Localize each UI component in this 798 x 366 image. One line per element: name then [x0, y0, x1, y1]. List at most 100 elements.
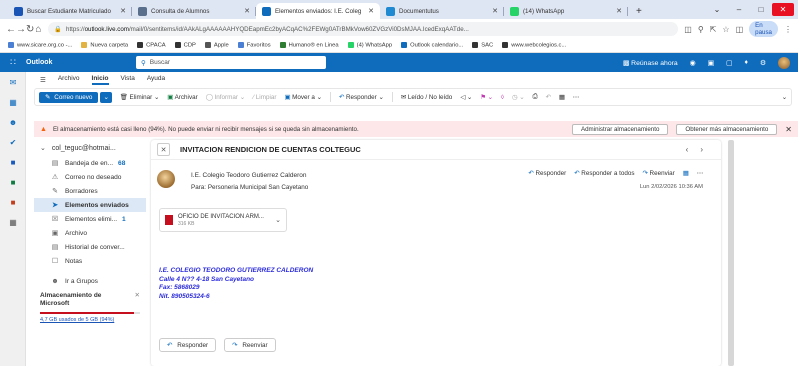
archive-button[interactable]: ▣ Archivar	[167, 94, 197, 101]
view-icon[interactable]: ▦	[559, 94, 565, 101]
sender-name[interactable]: I.E. Colegio Teodoro Gutierrez Calderon	[191, 172, 307, 179]
forward-bottom-button[interactable]: ↷ Reenviar	[224, 338, 276, 352]
reload-button[interactable]: ↻	[26, 24, 34, 35]
reply-button[interactable]: ↶ Responder ⌄	[339, 94, 384, 101]
bookmark-item[interactable]: Favoritos	[237, 42, 271, 49]
bell-icon[interactable]: ♦	[744, 59, 747, 66]
people-icon[interactable]: ☻	[0, 112, 26, 132]
todo-icon[interactable]: ✔	[0, 132, 26, 152]
print-icon[interactable]: ⎙	[533, 93, 538, 101]
new-mail-button[interactable]: ✎ Correo nuevo	[39, 91, 99, 103]
bookmark-item[interactable]: Outlook calendario...	[401, 42, 463, 49]
delete-button[interactable]: 🗑 Eliminar ⌄	[120, 93, 160, 101]
snooze-icon[interactable]: ◷ ⌄	[512, 94, 525, 101]
minimize-button[interactable]: –	[728, 5, 750, 14]
storage-usage-link[interactable]: 4,7 GB usados de 5 GB (94%)	[34, 317, 146, 323]
bookmark-star-icon[interactable]: ☆	[722, 25, 729, 34]
previous-message-icon[interactable]: ‹	[686, 145, 689, 154]
folder-item[interactable]: ▤ Historial de conver...	[34, 240, 146, 254]
browser-tab[interactable]: Buscar Estudiante Matriculado ✕	[8, 3, 132, 19]
tag-icon[interactable]: ◁ ⌄	[460, 94, 472, 101]
move-to-button[interactable]: ▣ Mover a ⌄	[284, 94, 321, 101]
teams-icon[interactable]: ◉	[690, 59, 696, 67]
back-button[interactable]: ←	[6, 24, 16, 35]
reply-bottom-button[interactable]: ↶ Responder	[159, 338, 217, 352]
close-storage-icon[interactable]: ✕	[135, 292, 140, 308]
close-message-button[interactable]: ✕	[157, 143, 170, 156]
onenote-icon[interactable]: ▣	[708, 59, 714, 67]
user-avatar[interactable]	[778, 56, 790, 69]
powerpoint-icon[interactable]: ■	[0, 192, 26, 212]
search-input[interactable]: ⚲ Buscar	[136, 56, 326, 69]
translate-icon[interactable]: ◫	[684, 25, 692, 34]
read-unread-button[interactable]: ✉ Leído / No leído	[401, 94, 453, 101]
bookmark-item[interactable]: www.webcolegios.c...	[502, 42, 566, 49]
new-tab-button[interactable]: +	[628, 6, 650, 19]
bookmark-item[interactable]: Nueva carpeta	[81, 42, 128, 49]
sidepanel-icon[interactable]: ◫	[736, 25, 744, 34]
ribbon-tab[interactable]: Archivo	[58, 75, 80, 85]
header-reply-button[interactable]: ↶ Responder	[528, 170, 566, 177]
close-warning-icon[interactable]: ✕	[785, 125, 792, 134]
close-tab-icon[interactable]: ✕	[116, 7, 126, 15]
calendar-icon[interactable]: ▦	[0, 92, 26, 112]
sender-avatar[interactable]	[157, 170, 175, 188]
apps-icon[interactable]: ▦	[0, 212, 26, 232]
ribbon-tab[interactable]: Vista	[121, 75, 135, 85]
meet-now-button[interactable]: ▩ Reúnase ahora	[623, 59, 678, 67]
new-mail-dropdown[interactable]: ⌄	[100, 91, 112, 103]
report-button[interactable]: ◯ Informar ⌄	[206, 94, 245, 101]
account-header[interactable]: ⌄ col_teguc@hotmai...	[34, 140, 146, 156]
recipient-name[interactable]: Personeria Municipal San Cayetano	[208, 184, 308, 191]
excel-icon[interactable]: ■	[0, 172, 26, 192]
app-launcher-icon[interactable]: ∷	[0, 57, 26, 68]
zoom-icon[interactable]: ⚲	[698, 25, 704, 34]
undo-icon[interactable]: ↶	[546, 94, 551, 101]
bookmark-item[interactable]: CPACA	[137, 42, 166, 49]
immersive-reader-icon[interactable]: ▦	[683, 170, 689, 177]
close-window-button[interactable]: ✕	[772, 3, 794, 16]
bookmark-item[interactable]: Apple	[204, 42, 229, 49]
browser-tab[interactable]: Elementos enviados: I.E. Coleg ✕	[256, 3, 380, 19]
close-tab-icon[interactable]: ✕	[240, 7, 250, 15]
profile-button[interactable]: En pausa	[749, 21, 778, 37]
more-options-icon[interactable]: ⋯	[573, 94, 579, 101]
word-icon[interactable]: ■	[0, 152, 26, 172]
header-reply-all-button[interactable]: ↶ Responder a todos	[574, 170, 634, 177]
ribbon-expand-icon[interactable]: ⌄	[782, 94, 787, 101]
bookmark-item[interactable]: (4) WhatsApp	[347, 42, 392, 49]
share-icon[interactable]: ⇱	[710, 25, 717, 34]
bookmark-item[interactable]: www.sicare.org.co -...	[8, 42, 72, 49]
bookmark-item[interactable]: CDP	[174, 42, 196, 49]
settings-gear-icon[interactable]: ⚙	[760, 59, 766, 67]
folder-item[interactable]: ☐ Notas	[34, 254, 146, 268]
folder-item[interactable]: ▤ Bandeja de en... 68	[34, 156, 146, 170]
close-tab-icon[interactable]: ✕	[488, 7, 498, 15]
get-more-storage-button[interactable]: Obtener más almacenamiento	[676, 123, 778, 135]
folder-item[interactable]: ⚠ Correo no deseado	[34, 170, 146, 184]
menu-icon[interactable]: ⋮	[784, 25, 792, 34]
message-more-icon[interactable]: ⋯	[697, 170, 703, 177]
next-message-icon[interactable]: ›	[700, 145, 703, 154]
browser-tab[interactable]: Documentutus ✕	[380, 3, 504, 19]
close-tab-icon[interactable]: ✕	[612, 7, 622, 15]
reading-pane-scrollbar[interactable]	[728, 140, 734, 366]
close-tab-icon[interactable]: ✕	[364, 7, 374, 15]
url-field[interactable]: 🔒 https://outlook.live.com/mail/0/sentit…	[48, 22, 679, 36]
folder-item[interactable]: ➤ Elementos enviados	[34, 198, 146, 212]
ribbon-tab[interactable]: Ayuda	[147, 75, 165, 85]
mail-icon[interactable]: ✉	[0, 72, 26, 92]
forward-button[interactable]: →	[16, 24, 26, 35]
go-to-groups-link[interactable]: ☻ Ir a Grupos	[34, 274, 146, 288]
ribbon-collapse-icon[interactable]: ☰	[40, 76, 46, 84]
folder-item[interactable]: ✎ Borradores	[34, 184, 146, 198]
chat-icon[interactable]: ▢	[726, 59, 732, 67]
attachment-card[interactable]: OFICIO DE INVITACION ARM... 316 KB ⌄	[159, 208, 287, 232]
pin-icon[interactable]: ◊	[501, 94, 504, 101]
maximize-button[interactable]: □	[750, 5, 772, 14]
manage-storage-button[interactable]: Administrar almacenamiento	[571, 123, 669, 135]
browser-tab[interactable]: Consulta de Alumnos ✕	[132, 3, 256, 19]
browser-tab[interactable]: (14) WhatsApp ✕	[504, 3, 628, 19]
sweep-button[interactable]: ∕ Limpiar	[253, 94, 276, 101]
bookmark-item[interactable]: Humano® en Linea	[279, 42, 339, 49]
